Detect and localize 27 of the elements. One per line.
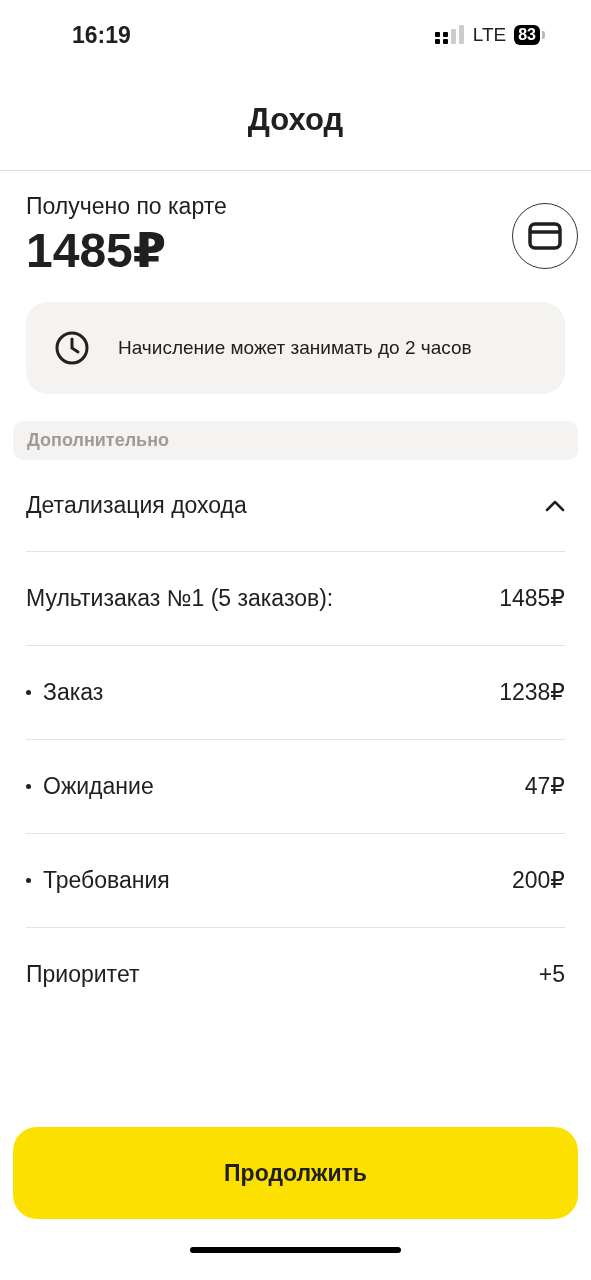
section-header: Дополнительно — [13, 421, 578, 460]
card-icon — [528, 221, 562, 250]
row-label: Мультизаказ №1 (5 заказов): — [26, 585, 334, 612]
row-value: 47₽ — [524, 773, 565, 800]
chevron-icon — [545, 499, 565, 512]
income-amount: 1485₽ — [26, 223, 168, 278]
row-label: Требования — [43, 867, 170, 894]
continue-button[interactable]: Продолжить — [13, 1127, 578, 1219]
row-label: Заказ — [43, 679, 104, 706]
income-label: Получено по карте — [26, 193, 227, 220]
status-time: 16:19 — [72, 21, 131, 49]
bullet-icon — [26, 690, 31, 695]
row-value: +5 — [538, 961, 565, 988]
details-toggle[interactable]: Детализация дохода — [26, 460, 565, 552]
row-value: 200₽ — [512, 867, 565, 894]
row-value: 1238₽ — [499, 679, 565, 706]
row-label: Ожидание — [43, 773, 154, 800]
bullet-icon — [26, 878, 31, 883]
page-title: Доход — [247, 102, 344, 138]
bullet-icon — [26, 784, 31, 789]
row-label: Приоритет — [26, 961, 140, 988]
clock-icon — [54, 330, 90, 366]
battery-level: 83 — [514, 25, 540, 45]
signal-icon — [434, 25, 465, 45]
network-label: LTE — [472, 24, 507, 46]
row-value: 1485₽ — [499, 585, 565, 612]
notice-text: Начисление может занимать до 2 часов — [118, 337, 472, 359]
